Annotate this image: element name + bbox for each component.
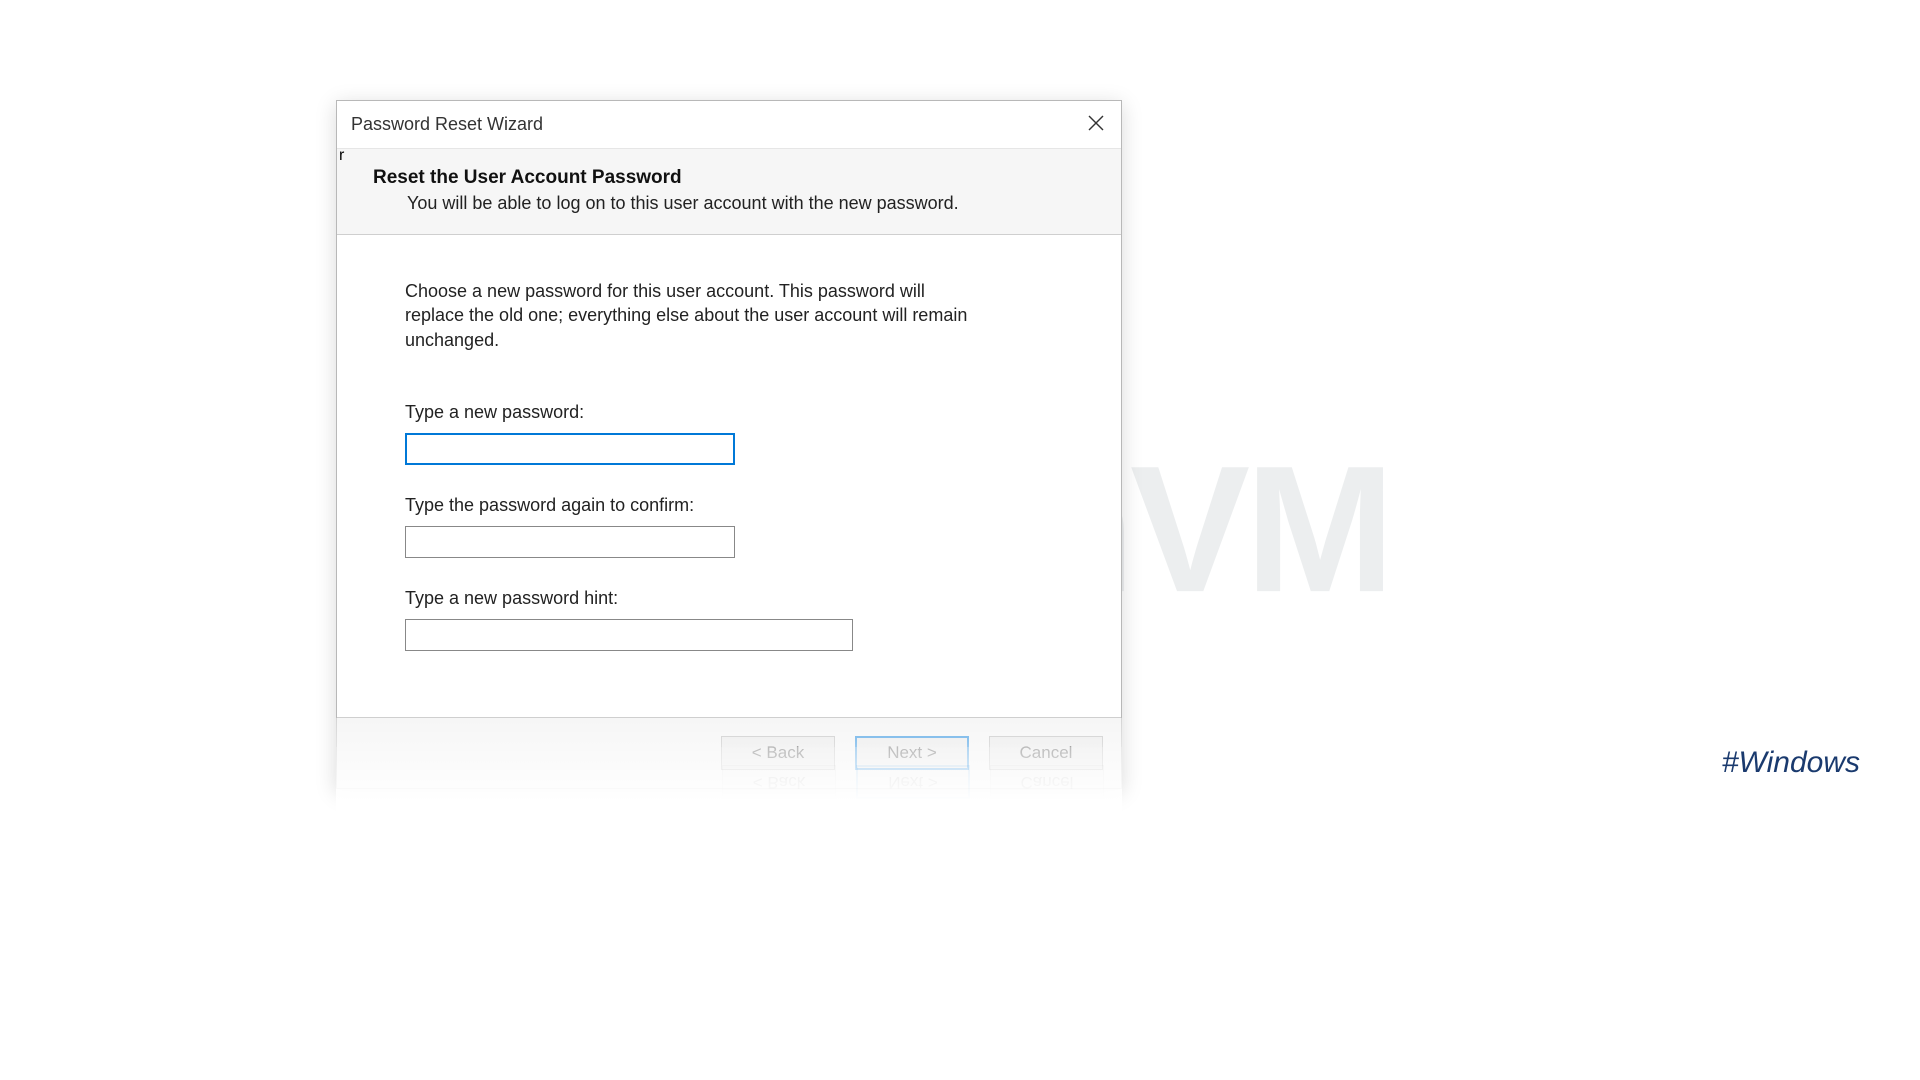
wizard-step-title: Reset the User Account Password (373, 167, 1093, 189)
wizard-step-subtitle: You will be able to log on to this user … (407, 193, 1093, 214)
password-reset-wizard-dialog: Password Reset Wizard r Reset the User A… (336, 100, 1122, 789)
password-hint-group: Type a new password hint: (405, 588, 1053, 651)
new-password-group: Type a new password: (405, 402, 1053, 465)
new-password-label: Type a new password: (405, 402, 1053, 423)
close-button[interactable] (1071, 101, 1121, 149)
titlebar: Password Reset Wizard (337, 101, 1121, 149)
close-icon (1088, 115, 1104, 134)
dialog-title: Password Reset Wizard (351, 114, 543, 135)
cancel-button[interactable]: Cancel (989, 736, 1103, 770)
password-hint-input[interactable] (405, 619, 853, 651)
confirm-password-group: Type the password again to confirm: (405, 495, 1053, 558)
back-button[interactable]: < Back (721, 736, 835, 770)
next-button[interactable]: Next > (855, 736, 969, 770)
new-password-input[interactable] (405, 433, 735, 465)
instruction-text: Choose a new password for this user acco… (405, 279, 985, 352)
wizard-button-row: < Back Next > Cancel (337, 717, 1121, 788)
confirm-password-label: Type the password again to confirm: (405, 495, 1053, 516)
confirm-password-input[interactable] (405, 526, 735, 558)
wizard-header-panel: r Reset the User Account Password You wi… (337, 149, 1121, 235)
password-hint-label: Type a new password hint: (405, 588, 1053, 609)
hashtag-text: #Windows (1722, 746, 1860, 780)
corner-mark: r (339, 147, 344, 165)
wizard-content: Choose a new password for this user acco… (337, 235, 1121, 717)
